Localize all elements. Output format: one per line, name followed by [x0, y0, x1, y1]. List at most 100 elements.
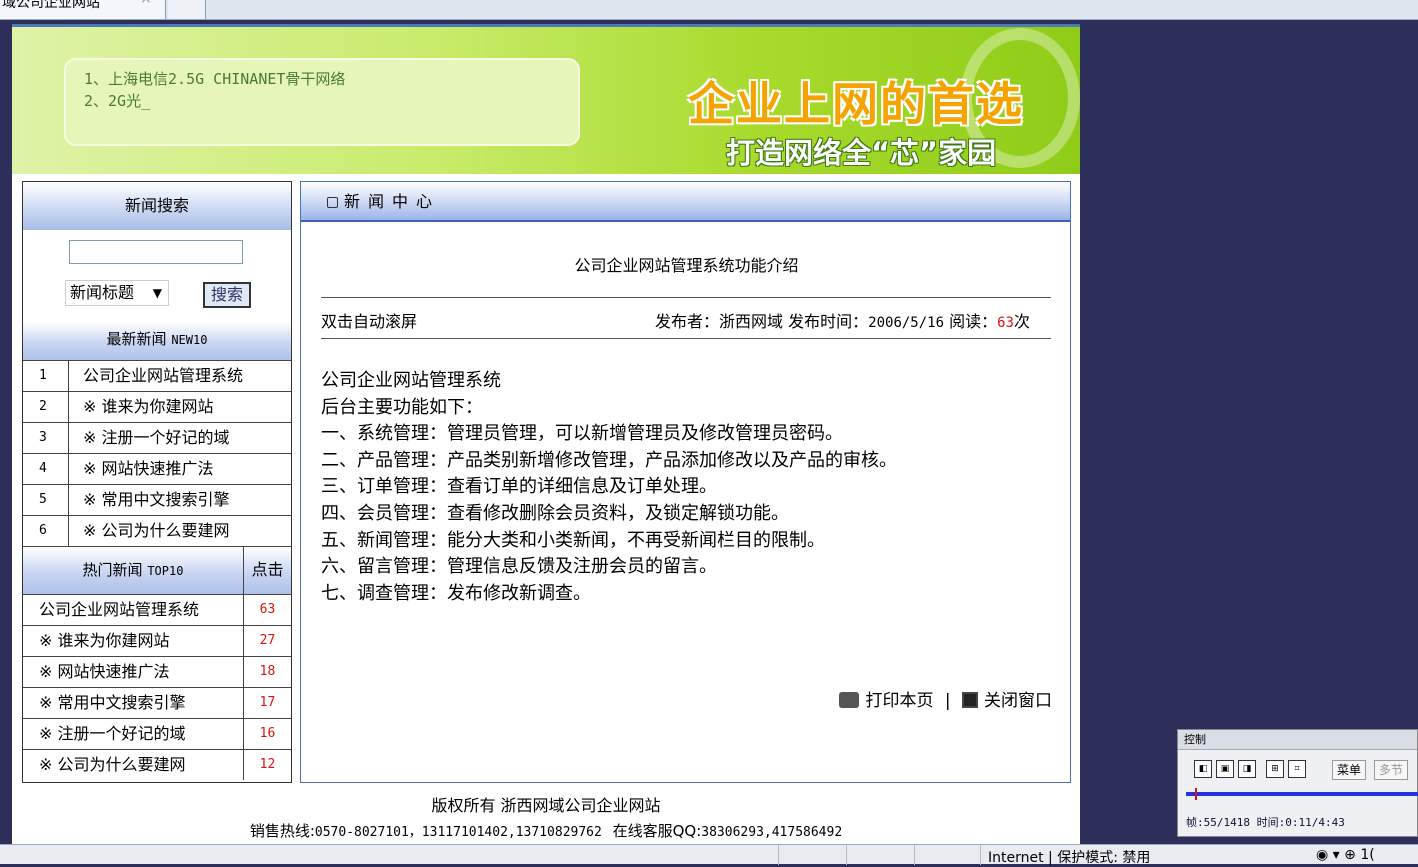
divider: [321, 297, 1051, 298]
news-center-title: 新闻中心: [344, 192, 441, 211]
hot-news-title: 热门新闻: [82, 561, 143, 579]
article-title: 公司企业网站管理系统功能介绍: [574, 256, 799, 275]
reads-label: 阅读：: [949, 312, 998, 331]
browser-tab[interactable]: 域公司企业网站 ×: [0, 0, 166, 19]
page-icon: [327, 197, 338, 208]
click-count: 63: [243, 595, 291, 625]
publish-time-value: 2006/5/16: [868, 315, 945, 331]
stop-icon[interactable]: ▣: [1216, 760, 1234, 778]
notice-line-2: 2、2G光_: [84, 92, 151, 110]
hot-news-link[interactable]: 公司企业网站管理系统: [23, 595, 243, 625]
latest-news-link[interactable]: ※ 注册一个好记的域: [69, 423, 230, 453]
player-control-panel: 控制 ◧ ▣ ◨ ⊞ ⌗ 菜单 多节 帧:55/1418 时间:0:11/4:4…: [1177, 729, 1418, 837]
latest-news-title: 最新新闻: [106, 330, 167, 348]
search-field-value: 新闻标题: [70, 283, 135, 302]
hot-news-link[interactable]: ※ 公司为什么要建网: [23, 750, 243, 780]
banner-top-line: [12, 24, 1080, 27]
player-progress-marker[interactable]: [1195, 788, 1198, 800]
new-tab-button[interactable]: [168, 0, 206, 19]
latest-news-link[interactable]: ※ 网站快速推广法: [69, 454, 214, 484]
web-page: 1、上海电信2.5G CHINANET骨干网络 2、2G光_ 企业上网的首选 打…: [12, 24, 1080, 844]
hot-news-link[interactable]: ※ 注册一个好记的域: [23, 719, 243, 749]
qq-numbers: 38306293,417586492: [701, 825, 843, 840]
article-meta: 发布者：浙西网域 发布时间：2006/5/16 阅读：63次: [655, 308, 1030, 332]
player-control-title: 控制: [1178, 730, 1417, 750]
auto-scroll-hint: 双击自动滚屏: [321, 312, 418, 331]
body-line: 二、产品管理：产品类别新增修改管理，产品添加修改以及产品的审核。: [321, 449, 897, 471]
floppy-disk-icon[interactable]: [962, 692, 978, 708]
hot-news-row[interactable]: ※ 网站快速推广法 18: [23, 656, 291, 687]
hot-news-list: 公司企业网站管理系统 63 ※ 谁来为你建网站 27 ※ 网站快速推广法 18 ※ 常…: [23, 594, 291, 780]
clicks-column-header: 点击: [243, 547, 291, 594]
sidebar: 新闻搜索 新闻标题 ▼ 搜索 最新新闻 NEW10 1 公司企业网站管理系统 2 ※…: [22, 181, 292, 783]
reads-count: 63: [997, 315, 1014, 331]
tab-close-icon[interactable]: ×: [140, 0, 152, 6]
reads-unit: 次: [1013, 312, 1030, 331]
hot-news-title-cell: 热门新闻 TOP10: [23, 547, 243, 594]
publish-time-label: 发布时间：: [788, 312, 869, 331]
body-line: 公司企业网站管理系统: [321, 370, 501, 391]
row-number: 6: [23, 516, 69, 546]
click-count: 12: [243, 750, 291, 780]
player-progress-track[interactable]: [1186, 792, 1418, 796]
browser-tab-title: 域公司企业网站: [2, 0, 100, 11]
security-zone-status[interactable]: Internet | 保护模式: 禁用: [988, 847, 1150, 867]
latest-news-row[interactable]: 2 ※ 谁来为你建网站: [23, 391, 291, 422]
search-button[interactable]: 搜索: [203, 282, 251, 308]
browser-status-bar: Internet | 保护模式: 禁用 ◉ ▾ ⊕ 1(: [0, 844, 1418, 867]
zoom-control[interactable]: ◉ ▾ ⊕ 1(: [1316, 847, 1375, 863]
hotline-numbers: 0570-8027101，13117101402,13710829762: [314, 825, 602, 840]
hot-news-row[interactable]: ※ 常用中文搜索引擎 17: [23, 687, 291, 718]
close-window-link[interactable]: 关闭窗口: [984, 691, 1052, 711]
hot-news-link[interactable]: ※ 常用中文搜索引擎: [23, 688, 243, 718]
search-form: 新闻标题 ▼ 搜索: [23, 230, 291, 322]
latest-news-suffix: NEW10: [171, 333, 208, 347]
fit-window-icon[interactable]: ⊞: [1266, 760, 1284, 778]
banner-slogan-sub: 打造网络全“芯”家园: [726, 136, 997, 170]
latest-news-row[interactable]: 4 ※ 网站快速推广法: [23, 453, 291, 484]
latest-news-header: 最新新闻 NEW10: [23, 322, 291, 360]
first-frame-icon[interactable]: ◧: [1194, 760, 1212, 778]
player-buttons: ◧ ▣ ◨ ⊞ ⌗: [1194, 760, 1306, 780]
hot-news-row[interactable]: ※ 公司为什么要建网 12: [23, 749, 291, 780]
hot-news-row[interactable]: ※ 谁来为你建网站 27: [23, 625, 291, 656]
latest-news-row[interactable]: 1 公司企业网站管理系统: [23, 360, 291, 391]
row-number: 5: [23, 485, 69, 515]
latest-news-row[interactable]: 3 ※ 注册一个好记的域: [23, 422, 291, 453]
player-chapter-button[interactable]: 多节: [1374, 760, 1409, 780]
row-number: 4: [23, 454, 69, 484]
hot-news-row[interactable]: 公司企业网站管理系统 63: [23, 594, 291, 625]
latest-news-row[interactable]: 6 ※ 公司为什么要建网: [23, 515, 291, 546]
body-line: 四、会员管理：查看修改删除会员资料，及锁定解锁功能。: [321, 502, 789, 524]
player-menu-button[interactable]: 菜单: [1332, 760, 1367, 780]
latest-news-link[interactable]: ※ 常用中文搜索引擎: [69, 485, 230, 515]
latest-news-row[interactable]: 5 ※ 常用中文搜索引擎: [23, 484, 291, 515]
article-body: 公司企业网站管理系统 后台主要功能如下： 一、系统管理：管理员管理，可以新增管理…: [321, 368, 897, 607]
hot-news-link[interactable]: ※ 网站快速推广法: [23, 657, 243, 687]
printer-icon[interactable]: [839, 692, 860, 708]
latest-news-link[interactable]: 公司企业网站管理系统: [69, 361, 243, 391]
next-frame-icon[interactable]: ◨: [1238, 760, 1256, 778]
body-line: 六、留言管理：管理信息反馈及注册会员的留言。: [321, 556, 717, 578]
search-section-title: 新闻搜索: [23, 182, 291, 230]
row-number: 2: [23, 392, 69, 422]
hot-news-row[interactable]: ※ 注册一个好记的域 16: [23, 718, 291, 749]
search-field-select[interactable]: 新闻标题 ▼: [65, 280, 169, 306]
latest-news-link[interactable]: ※ 谁来为你建网站: [69, 392, 214, 422]
body-line: 三、订单管理：查看订单的详细信息及订单处理。: [321, 476, 717, 498]
click-count: 27: [243, 626, 291, 656]
row-number: 3: [23, 423, 69, 453]
publisher-label: 发布者：: [655, 312, 720, 331]
click-count: 17: [243, 688, 291, 718]
print-page-link[interactable]: 打印本页: [865, 691, 933, 711]
hot-news-link[interactable]: ※ 谁来为你建网站: [23, 626, 243, 656]
body-line: 后台主要功能如下：: [321, 396, 483, 418]
notice-line-1: 1、上海电信2.5G CHINANET骨干网络: [84, 70, 346, 88]
news-center-panel: 新闻中心 公司企业网站管理系统功能介绍 双击自动滚屏 发布者：浙西网域 发布时间…: [300, 181, 1071, 783]
hot-news-header: 热门新闻 TOP10 点击: [23, 546, 291, 594]
latest-news-link[interactable]: ※ 公司为什么要建网: [69, 516, 230, 546]
divider: [321, 338, 1051, 339]
status-separator: [914, 845, 915, 865]
search-input[interactable]: [69, 240, 243, 264]
fullscreen-icon[interactable]: ⌗: [1288, 760, 1306, 778]
